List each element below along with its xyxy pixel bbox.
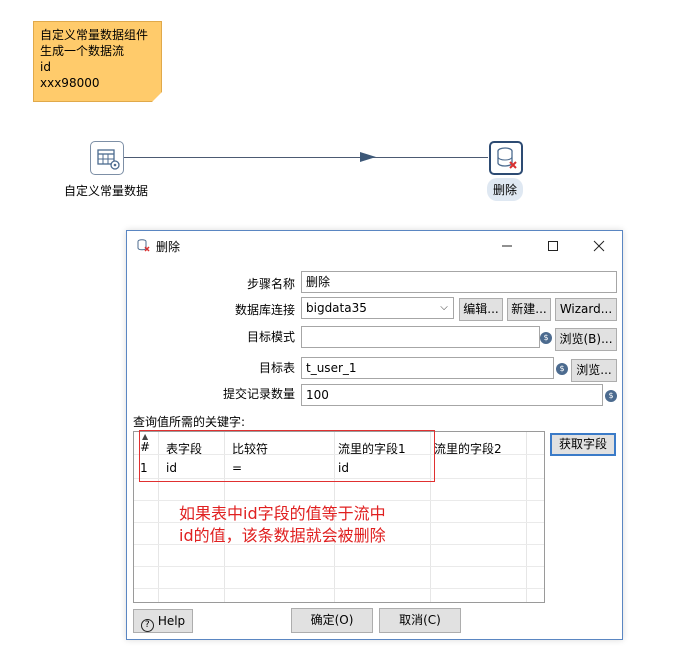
step-name-label: 步骤名称	[246, 277, 295, 291]
variable-icon: $	[556, 363, 568, 375]
browse-table-button[interactable]: 浏览...	[571, 359, 617, 382]
highlight-box	[139, 430, 435, 482]
close-button[interactable]	[576, 231, 622, 261]
dialog-title: 删除	[156, 240, 181, 254]
minimize-icon	[502, 245, 512, 247]
grid-row-line	[134, 588, 544, 589]
maximize-icon	[548, 241, 558, 251]
commit-size-input[interactable]: 100	[301, 384, 603, 406]
minimize-button[interactable]	[484, 231, 530, 261]
sticky-note[interactable]: 自定义常量数据组件 生成一个数据流 id xxx98000	[33, 21, 162, 102]
annotation-text: 如果表中id字段的值等于流中 id的值，该条数据就会被删除	[179, 503, 439, 547]
annotation-line: id的值，该条数据就会被删除	[179, 526, 386, 545]
maximize-button[interactable]	[530, 231, 576, 261]
note-line: id	[40, 60, 51, 74]
schema-input[interactable]	[301, 326, 540, 348]
commit-size-label: 提交记录数量	[222, 387, 295, 401]
edit-connection-button[interactable]: 编辑...	[459, 298, 503, 321]
cancel-button[interactable]: 取消(C)	[379, 608, 461, 633]
keys-section-label: 查询值所需的关键字:	[133, 415, 246, 429]
step-name-input[interactable]: 删除	[301, 271, 617, 293]
database-delete-icon	[497, 147, 517, 169]
target-table-input[interactable]: t_user_1	[301, 357, 554, 379]
help-icon: ?	[140, 618, 154, 632]
delete-step-icon[interactable]	[489, 141, 523, 175]
browse-schema-button[interactable]: 浏览(B)...	[555, 328, 617, 351]
grid-column-line	[526, 432, 527, 602]
connection-value: bigdata35	[306, 301, 367, 315]
grid-row-line	[134, 566, 544, 567]
step2-label: 删除	[487, 178, 524, 201]
help-button[interactable]: ? Help	[133, 609, 193, 633]
chevron-down-icon: ⌵	[440, 302, 448, 313]
connection-label: 数据库连接	[234, 303, 295, 317]
delete-dialog: 删除 步骤名称 删除 数据库连接 bigdata35 ⌵ 编辑... 新建...…	[126, 230, 623, 640]
new-connection-button[interactable]: 新建...	[507, 298, 551, 321]
grid-row-line	[134, 500, 544, 501]
annotation-line: 如果表中id字段的值等于流中	[179, 504, 386, 523]
header-stream-field2[interactable]: 流里的字段2	[434, 440, 502, 457]
help-label: Help	[157, 613, 186, 628]
schema-label: 目标模式	[246, 330, 295, 344]
note-line: 自定义常量数据组件	[40, 28, 149, 42]
get-fields-button[interactable]: 获取字段	[550, 433, 616, 456]
database-delete-icon	[137, 239, 150, 252]
hop-line[interactable]	[124, 157, 488, 158]
title-bar[interactable]: 删除	[127, 231, 622, 261]
ok-button[interactable]: 确定(O)	[291, 608, 373, 633]
close-icon	[593, 240, 605, 252]
connection-select[interactable]: bigdata35 ⌵	[301, 297, 454, 319]
note-line: xxx98000	[40, 76, 100, 90]
note-fold	[152, 92, 162, 102]
table-gear-icon	[97, 149, 120, 170]
target-table-label: 目标表	[258, 361, 295, 375]
note-line: 生成一个数据流	[40, 44, 125, 58]
hop-arrow-icon	[360, 152, 376, 162]
wizard-button[interactable]: Wizard...	[555, 298, 617, 321]
constant-data-step-icon[interactable]	[90, 141, 124, 175]
variable-icon: $	[605, 390, 617, 402]
step1-label: 自定义常量数据	[64, 184, 149, 198]
variable-icon: $	[540, 332, 552, 344]
